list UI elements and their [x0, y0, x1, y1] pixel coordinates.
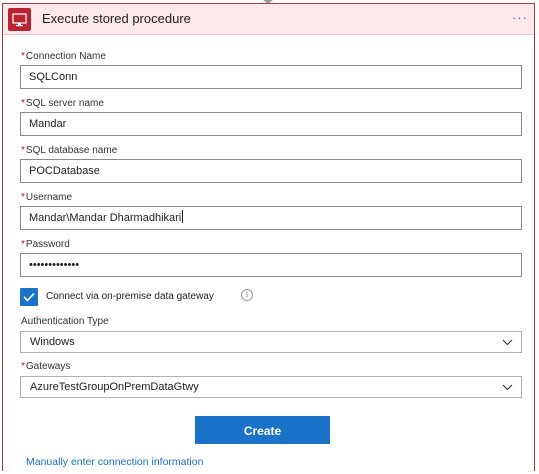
create-button[interactable]: Create	[195, 416, 330, 444]
connection-name-label: *Connection Name	[21, 51, 106, 62]
authentication-type-label: Authentication Type	[21, 316, 109, 327]
gateway-checkbox-label[interactable]: Connect via on-premise data gateway	[46, 291, 214, 302]
chevron-down-icon	[502, 384, 513, 391]
card-title: Execute stored procedure	[42, 11, 191, 26]
text-cursor	[182, 210, 184, 223]
more-options-icon[interactable]: ···	[512, 10, 528, 25]
sql-server-name-field[interactable]: Mandar	[20, 112, 522, 136]
chevron-down-icon	[502, 339, 513, 346]
username-field[interactable]: Mandar\Mandar Dharmadhikari	[20, 206, 522, 230]
card-header[interactable]: Execute stored procedure ···	[3, 4, 534, 35]
username-label: *Username	[21, 192, 73, 203]
sql-database-name-label: *SQL database name	[21, 145, 118, 156]
gateway-checkbox[interactable]	[20, 288, 38, 306]
manual-connection-link[interactable]: Manually enter connection information	[26, 456, 203, 468]
sql-database-name-field[interactable]: POCDatabase	[20, 159, 522, 183]
password-label: *Password	[21, 239, 70, 250]
sql-server-name-label: *SQL server name	[21, 98, 104, 109]
authentication-type-select[interactable]: Windows	[20, 331, 522, 353]
connection-name-field[interactable]: SQLConn	[20, 65, 522, 89]
info-icon[interactable]: i	[241, 289, 253, 301]
sql-monitor-icon	[8, 8, 31, 31]
gateways-select[interactable]: AzureTestGroupOnPremDataGtwy	[20, 376, 522, 398]
gateways-label: *Gateways	[21, 361, 71, 372]
action-card: Execute stored procedure ··· *Connection…	[2, 3, 535, 471]
checkmark-icon	[23, 292, 35, 302]
password-field[interactable]: •••••••••••••	[20, 253, 522, 277]
